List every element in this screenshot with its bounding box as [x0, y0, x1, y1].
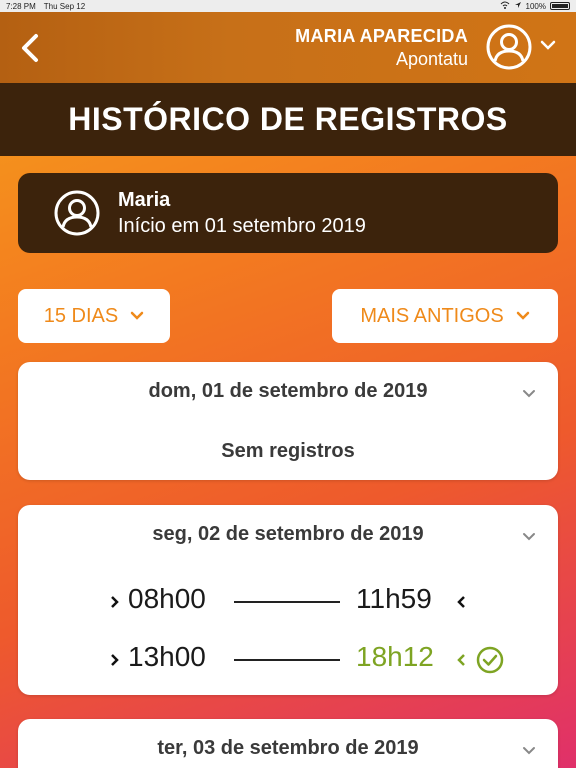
profile-card: Maria Início em 01 setembro 2019 [18, 173, 558, 253]
collapse-button[interactable] [522, 529, 536, 541]
back-button[interactable] [16, 32, 44, 64]
user-info[interactable]: MARIA APARECIDA Apontatu [295, 26, 468, 70]
user-menu-button[interactable] [540, 38, 556, 52]
location-icon [514, 1, 522, 11]
check-circle-icon [476, 646, 504, 674]
page-title: HISTÓRICO DE REGISTROS [0, 83, 576, 156]
punch-divider [234, 659, 340, 661]
day-date: ter, 03 de setembro de 2019 [157, 737, 419, 759]
day-date: seg, 02 de setembro de 2019 [152, 523, 424, 545]
clock-in-time: 08h00 [128, 583, 206, 614]
punch-row: 13h00 18h12 [18, 641, 558, 677]
day-date: dom, 01 de setembro de 2019 [148, 380, 428, 402]
day-card[interactable]: ter, 03 de setembro de 2019 [18, 719, 558, 768]
clock-out-time: 11h59 [356, 583, 432, 614]
punch-row: 08h00 11h59 [18, 583, 558, 619]
chevron-down-icon [523, 533, 535, 541]
profile-avatar-icon [54, 190, 100, 236]
punch-divider [234, 601, 340, 603]
status-time: 7:28 PM [6, 1, 36, 11]
chevron-left-icon [22, 34, 38, 62]
status-bar: 7:28 PM Thu Sep 12 100% [0, 0, 576, 12]
chevron-down-icon [523, 747, 535, 755]
order-filter-dropdown[interactable]: MAIS ANTIGOS [332, 289, 558, 343]
chevron-right-icon [111, 596, 119, 608]
user-name: MARIA APARECIDA [295, 26, 468, 46]
collapse-button[interactable] [522, 386, 536, 398]
clock-out-time: 18h12 [356, 641, 434, 672]
day-card[interactable]: dom, 01 de setembro de 2019 Sem registro… [18, 362, 558, 480]
order-filter-label: MAIS ANTIGOS [360, 304, 504, 327]
collapse-button[interactable] [522, 743, 536, 755]
profile-name: Maria [118, 189, 171, 211]
status-indicators: 100% [500, 1, 570, 11]
chevron-down-icon [540, 40, 556, 50]
wifi-icon [500, 1, 510, 11]
clock-in-time: 13h00 [128, 641, 206, 672]
avatar[interactable] [486, 24, 532, 70]
user-company: Apontatu [395, 49, 468, 69]
day-card[interactable]: seg, 02 de setembro de 2019 08h00 11h59 … [18, 505, 558, 695]
no-records-text: Sem registros [221, 440, 355, 462]
chevron-left-icon [457, 596, 465, 608]
app-header: MARIA APARECIDA Apontatu [0, 12, 576, 83]
days-filter-label: 15 DIAS [43, 304, 119, 327]
profile-start-date: Início em 01 setembro 2019 [118, 215, 366, 237]
battery-icon [550, 2, 570, 10]
user-avatar-icon [486, 24, 532, 70]
chevron-down-icon [130, 311, 144, 320]
days-filter-dropdown[interactable]: 15 DIAS [18, 289, 170, 343]
chevron-right-icon [111, 654, 119, 666]
status-date: Thu Sep 12 [43, 1, 86, 11]
battery-percent: 100% [525, 1, 546, 11]
chevron-left-icon [457, 654, 465, 666]
chevron-down-icon [523, 390, 535, 398]
chevron-down-icon [516, 311, 529, 320]
